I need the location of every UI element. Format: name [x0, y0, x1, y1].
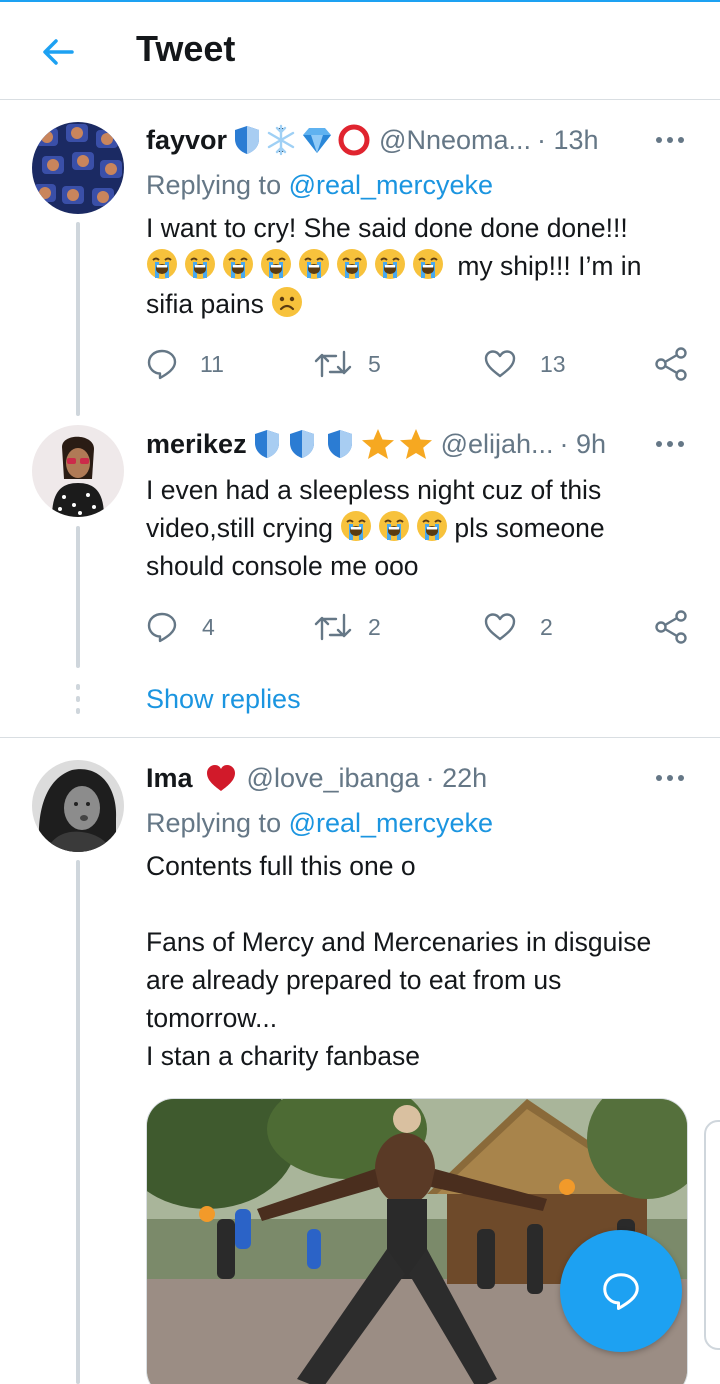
tweet-text-line: I want to cry! She said done done done!!…: [146, 213, 628, 243]
reply-icon: [603, 1273, 639, 1310]
avatar[interactable]: [32, 122, 124, 214]
replying-to: Replying to @real_mercyeke: [146, 170, 494, 200]
shield-icon: [323, 428, 357, 460]
thread-line: [76, 860, 80, 1384]
crying-face-emoji-icon: [417, 511, 448, 541]
back-arrow-icon[interactable]: [38, 32, 78, 72]
share-icon: [655, 347, 687, 381]
tweet-text-line: my ship!!! I’m in: [146, 247, 686, 285]
star-icon: [361, 428, 395, 460]
tweet-text-line: I even had a sleepless night cuz of this: [146, 475, 602, 505]
heart-icon: [205, 763, 237, 793]
reply-handle-link[interactable]: @real_mercyeke: [289, 170, 493, 200]
reply-button[interactable]: 4: [146, 607, 215, 647]
tweet-author-row: fayvor @Nneoma... · 13h: [146, 120, 599, 160]
star-icon: [399, 428, 433, 460]
tweet-author-row: merikez @elijah... · 9h: [146, 424, 606, 464]
reply-icon: [147, 612, 177, 643]
crying-emoji-group: [146, 249, 450, 281]
heart-outline-icon: [484, 350, 516, 378]
reply-icon: [147, 349, 177, 380]
like-button[interactable]: 13: [484, 344, 566, 384]
side-panel-handle[interactable]: [704, 1120, 720, 1350]
author-handle[interactable]: @Nneoma...: [379, 125, 531, 156]
retweet-button[interactable]: 2: [314, 607, 381, 647]
retweet-icon: [314, 613, 352, 641]
heart-outline-icon: [484, 613, 516, 641]
crying-face-emoji-icon: [147, 249, 177, 279]
author-handle[interactable]: @elijah...: [441, 429, 554, 460]
snowflake-icon: [265, 124, 297, 156]
tweet-text: I want to cry! She said done done done!!…: [146, 209, 686, 323]
tweet-text-line: tomorrow...: [146, 1003, 278, 1033]
like-button[interactable]: 2: [484, 607, 553, 647]
divider: [0, 737, 720, 738]
diamond-icon: [301, 125, 333, 155]
tweet-text-line: sifia pains: [146, 285, 686, 323]
reply-handle-link[interactable]: @real_mercyeke: [289, 808, 493, 838]
more-options-icon[interactable]: [652, 768, 688, 788]
retweet-count: 2: [368, 613, 381, 640]
show-replies-link[interactable]: Show replies: [146, 684, 301, 715]
crying-face-emoji-icon: [375, 249, 405, 279]
avatar[interactable]: [32, 760, 124, 852]
reply-count: 4: [202, 613, 215, 640]
share-button[interactable]: [654, 344, 688, 384]
crying-face-emoji-icon: [413, 249, 443, 279]
share-button[interactable]: [654, 607, 688, 647]
tweet-time: · 22h: [425, 762, 488, 793]
crying-emoji-group: [340, 511, 454, 543]
tweet-text-line: should console me ooo: [146, 551, 419, 581]
sad-face-emoji-icon: [272, 287, 303, 317]
author-name[interactable]: Ima: [146, 763, 193, 794]
tweet-actions: 4 2 2: [146, 607, 692, 647]
author-name[interactable]: merikez: [146, 429, 247, 460]
tweet-time: · 9h: [559, 428, 607, 459]
shield-icon: [285, 428, 319, 460]
ring-icon: [337, 123, 371, 157]
crying-face-emoji-icon: [261, 249, 291, 279]
tweet-text: I even had a sleepless night cuz of this…: [146, 471, 686, 585]
retweet-button[interactable]: 5: [314, 344, 381, 384]
shield-icon: [253, 428, 281, 460]
tweet-text-line: are already prepared to eat from us: [146, 965, 562, 995]
tweet-text-line: I stan a charity fanbase: [146, 1041, 420, 1071]
crying-face-emoji-icon: [337, 249, 367, 279]
shield-icon: [233, 124, 261, 156]
tweet-time: · 13h: [537, 124, 599, 155]
thread-continuation-dots: [76, 684, 80, 720]
tweet-text-line: video,still crying pls someone: [146, 509, 686, 547]
tweet-author-row: Ima @love_ibanga · 22h: [146, 758, 487, 798]
thread-line: [76, 222, 80, 416]
tweet-actions: 11 5 13: [146, 344, 692, 384]
retweet-count: 5: [368, 350, 381, 377]
retweet-icon: [314, 350, 352, 378]
tweet-text: Contents full this one o Fans of Mercy a…: [146, 847, 686, 1075]
more-options-icon[interactable]: [652, 130, 688, 150]
share-icon: [655, 610, 687, 644]
more-options-icon[interactable]: [652, 434, 688, 454]
tweet-text-line: Fans of Mercy and Mercenaries in disguis…: [146, 927, 652, 957]
author-handle[interactable]: @love_ibanga: [247, 763, 420, 794]
like-count: 2: [540, 613, 553, 640]
like-count: 13: [540, 350, 566, 377]
avatar[interactable]: [32, 425, 124, 517]
compose-reply-button[interactable]: [560, 1230, 682, 1352]
author-name[interactable]: fayvor: [146, 125, 227, 156]
crying-face-emoji-icon: [185, 249, 215, 279]
replying-to: Replying to @real_mercyeke: [146, 808, 494, 838]
thread-line: [76, 526, 80, 668]
crying-face-emoji-icon: [299, 249, 329, 279]
page-title: Tweet: [136, 28, 236, 69]
crying-face-emoji-icon: [223, 249, 253, 279]
tweet-text-line: [146, 885, 686, 923]
app-header: Tweet: [0, 2, 720, 100]
reply-button[interactable]: 11: [146, 344, 224, 384]
crying-face-emoji-icon: [341, 511, 372, 541]
reply-count: 11: [200, 350, 224, 377]
tweet-text-line: Contents full this one o: [146, 851, 416, 881]
crying-face-emoji-icon: [379, 511, 410, 541]
